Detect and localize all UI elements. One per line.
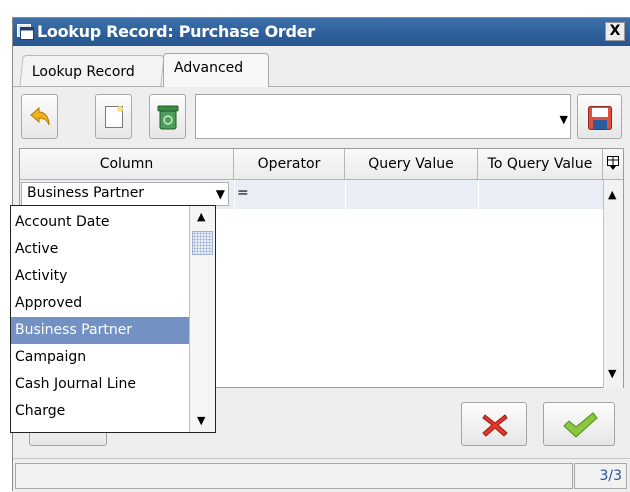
operator-cell[interactable]: = (237, 185, 249, 201)
ok-button[interactable] (543, 402, 615, 446)
list-item[interactable]: Charge (11, 398, 189, 425)
cell-separator (478, 180, 479, 209)
chevron-down-icon[interactable]: ▼ (216, 187, 225, 201)
cancel-icon (481, 412, 509, 438)
query-select[interactable]: ▼ (195, 94, 571, 139)
scroll-up-icon[interactable]: ▲ (608, 188, 616, 201)
record-count: 3/3 (574, 463, 627, 489)
list-item[interactable]: Approved (11, 290, 189, 317)
scroll-down-icon[interactable]: ▼ (197, 414, 205, 427)
status-message (15, 463, 573, 489)
column-header-column[interactable]: Column (20, 149, 234, 180)
cancel-button[interactable] (461, 402, 527, 446)
dropdown-scrollbar[interactable]: ▲ ▼ (189, 206, 215, 432)
new-record-icon (103, 104, 125, 130)
grid-scrollbar[interactable]: ▲ ▼ (603, 180, 623, 388)
delete-icon (156, 103, 180, 131)
scroll-up-icon[interactable]: ▲ (197, 210, 205, 223)
chevron-down-icon[interactable]: ▼ (560, 113, 568, 126)
column-header-query-value[interactable]: Query Value (345, 149, 478, 180)
save-icon (587, 105, 613, 131)
app-window-icon (17, 23, 34, 40)
column-select[interactable]: Business Partner ▼ (21, 182, 229, 206)
column-select-value: Business Partner (25, 185, 147, 201)
title-bar[interactable]: Lookup Record: Purchase Order X (13, 18, 630, 46)
scroll-down-icon[interactable]: ▼ (608, 367, 616, 380)
scroll-thumb[interactable] (192, 231, 213, 255)
tab-advanced[interactable]: Advanced (163, 53, 269, 87)
window-title: Lookup Record: Purchase Order (37, 22, 315, 41)
list-item[interactable]: Active (11, 236, 189, 263)
list-item[interactable]: Campaign (11, 344, 189, 371)
undo-icon (29, 105, 53, 129)
column-header-to-query-value[interactable]: To Query Value (478, 149, 603, 180)
column-dropdown-list: Account Date Active Activity Approved Bu… (10, 205, 216, 433)
list-item-selected[interactable]: Business Partner (11, 317, 189, 344)
tab-advanced-label: Advanced (174, 60, 244, 76)
undo-button[interactable] (21, 94, 58, 139)
active-tab-gap (164, 86, 268, 87)
column-header-operator[interactable]: Operator (234, 149, 345, 180)
tab-lookup-record[interactable]: Lookup Record (19, 55, 165, 86)
save-query-button[interactable] (577, 94, 622, 139)
list-item[interactable]: Account Date (11, 209, 189, 236)
column-chooser-icon (606, 155, 620, 171)
tab-divider (13, 86, 630, 87)
list-item[interactable]: Cash Journal Line (11, 371, 189, 398)
close-button[interactable]: X (605, 22, 625, 41)
list-item[interactable]: Activity (11, 263, 189, 290)
delete-button[interactable] (149, 94, 186, 139)
column-chooser-button[interactable] (603, 149, 623, 180)
tab-lookup-record-label: Lookup Record (31, 64, 135, 80)
status-bar: 3/3 (13, 458, 630, 492)
ok-check-icon (561, 410, 599, 440)
cell-separator (234, 180, 235, 209)
cell-separator (345, 180, 346, 209)
new-record-button[interactable] (95, 94, 132, 139)
